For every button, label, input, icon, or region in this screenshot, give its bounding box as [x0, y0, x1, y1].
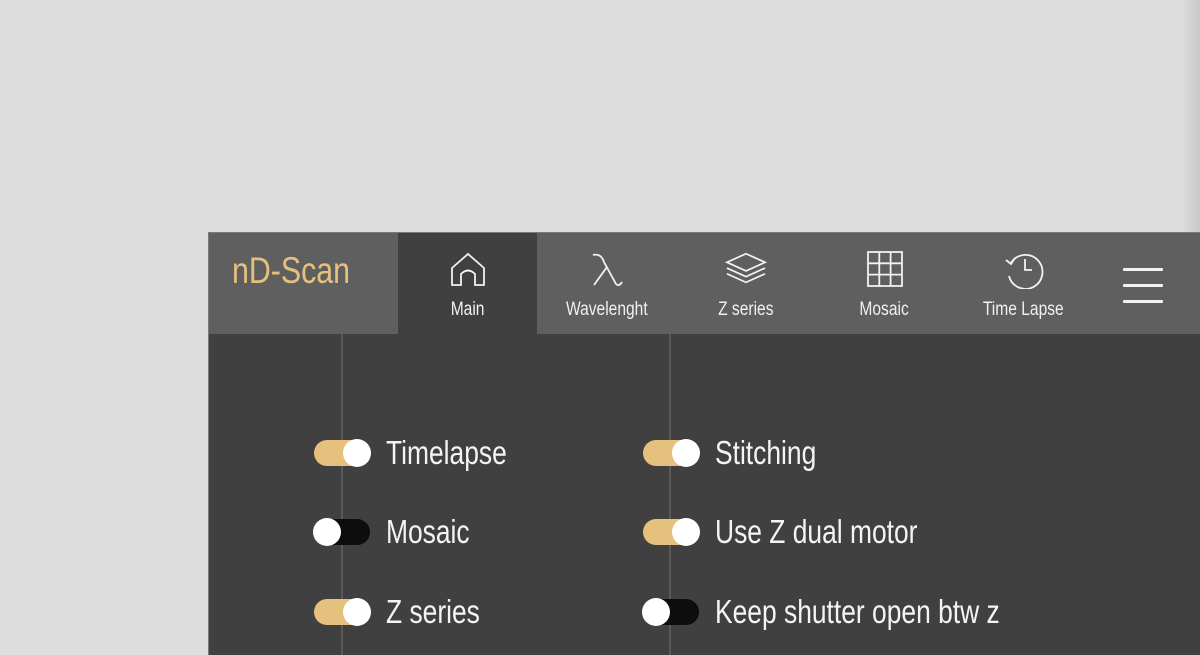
tab-label: Wavelenght — [565, 299, 648, 320]
toggle-switch[interactable] — [314, 439, 371, 467]
toggle-switch[interactable] — [314, 598, 371, 626]
layers-icon — [724, 249, 767, 289]
option-mosaic: Mosaic — [313, 512, 491, 552]
option-label: Z series — [386, 593, 480, 630]
option-label: Use Z dual motor — [715, 513, 918, 550]
hamburger-menu-icon[interactable] — [1123, 263, 1169, 303]
tab-mosaic[interactable]: Mosaic — [815, 233, 954, 334]
toggle-switch[interactable] — [642, 598, 699, 626]
tab-label: Main — [450, 299, 485, 320]
option-label: Keep shutter open btw z — [715, 593, 1000, 630]
option-stitching: Stitching — [643, 433, 842, 473]
tab-label: Time Lapse — [983, 299, 1064, 320]
tab-time-lapse[interactable]: Time Lapse — [954, 233, 1093, 334]
option-z-series: Z series — [314, 592, 503, 632]
option-timelapse: Timelapse — [314, 433, 537, 473]
tab-label: Z series — [717, 299, 774, 320]
option-label: Stitching — [715, 434, 817, 471]
option-label: Mosaic — [386, 513, 470, 550]
app-window: nD-Scan Main Wavelenght Z series Mosaic — [208, 232, 1200, 655]
app-title: nD-Scan — [232, 249, 351, 291]
toggle-switch[interactable] — [643, 518, 700, 546]
clock-history-icon — [1003, 249, 1045, 289]
top-navigation-bar: nD-Scan Main Wavelenght Z series Mosaic — [209, 233, 1200, 334]
lambda-icon — [586, 249, 628, 289]
home-icon — [447, 249, 489, 289]
tab-wavelenght[interactable]: Wavelenght — [537, 233, 676, 334]
tab-z-series[interactable]: Z series — [676, 233, 815, 334]
app-brand: nD-Scan — [209, 233, 398, 334]
tab-label: Mosaic — [859, 299, 910, 320]
option-use-z-dual-motor: Use Z dual motor — [643, 512, 968, 552]
toggle-switch[interactable] — [313, 518, 370, 546]
option-label: Timelapse — [386, 434, 507, 471]
grid-icon — [864, 249, 906, 289]
tab-main[interactable]: Main — [398, 233, 537, 334]
option-keep-shutter-open: Keep shutter open btw z — [642, 592, 1071, 632]
toggle-switch[interactable] — [643, 439, 700, 467]
